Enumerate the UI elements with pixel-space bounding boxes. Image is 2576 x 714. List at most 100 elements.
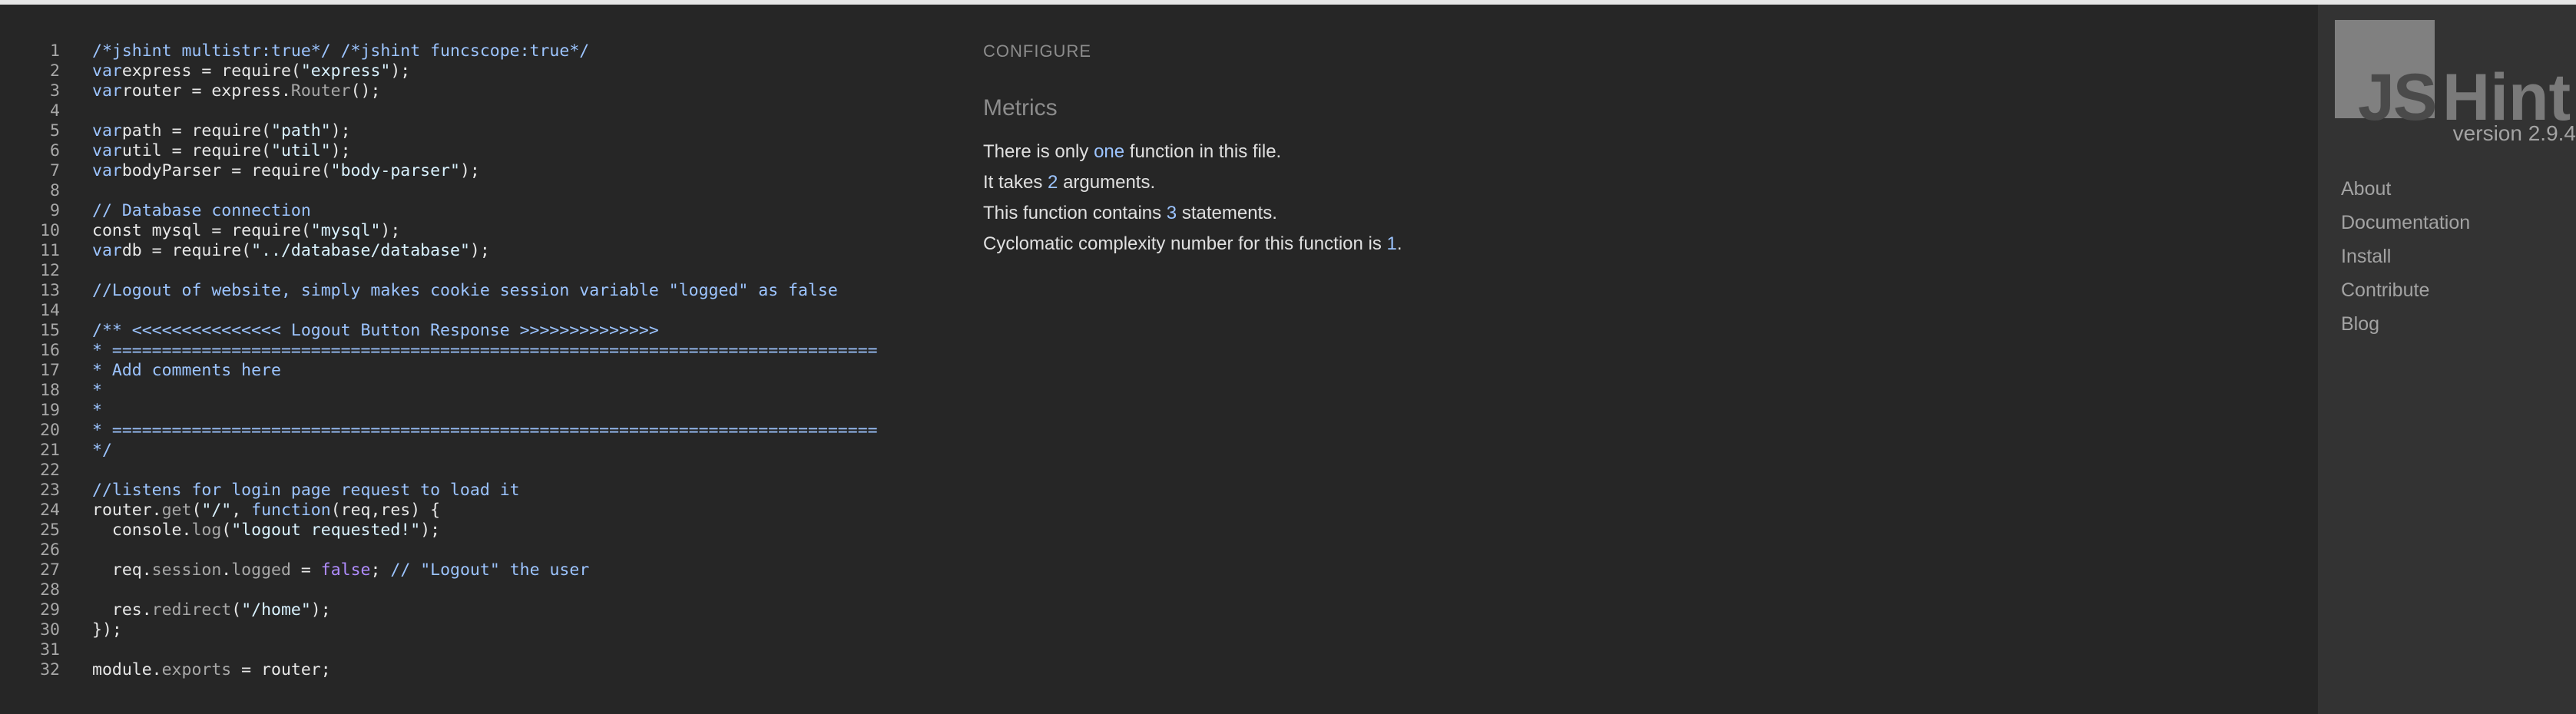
code-token: var [92, 121, 122, 140]
line-number: 24 [40, 501, 60, 520]
line-number: 2 [50, 61, 60, 81]
code-token: "body-parser" [330, 161, 460, 180]
nav-documentation-link[interactable]: Documentation [2341, 206, 2470, 240]
line-text[interactable]: * ======================================… [92, 341, 878, 361]
line-text[interactable]: router.get("/", function(req,res) { [92, 501, 440, 521]
line-text[interactable]: req.session.logged = false; // "Logout" … [92, 560, 589, 580]
line-text[interactable]: const mysql = require("mysql"); [92, 221, 400, 241]
metric-text: function in this file. [1124, 141, 1282, 162]
line-text[interactable]: module.exports = router; [92, 660, 331, 680]
code-token: var [92, 241, 122, 260]
code-token: "path" [271, 121, 331, 140]
code-token: const mysql = require( [92, 221, 311, 240]
line-number: 21 [40, 441, 60, 460]
line-number: 12 [40, 261, 60, 280]
line-number: 4 [50, 101, 60, 121]
line-text[interactable]: //listens for login page request to load… [92, 481, 520, 501]
metric-value: 3 [1166, 203, 1177, 223]
code-token: bodyParser = require( [121, 161, 331, 180]
metric-line: It takes 2 arguments. [983, 167, 1402, 198]
nav-contribute-link[interactable]: Contribute [2341, 273, 2470, 307]
line-text[interactable]: varbodyParser = require("body-parser"); [92, 161, 480, 181]
code-token: "mysql" [310, 221, 381, 240]
line-number: 16 [40, 341, 60, 360]
line-number: 19 [40, 401, 60, 420]
code-token: "/home" [241, 600, 311, 620]
code-token: ; [370, 560, 391, 580]
line-text[interactable]: varutil = require("util"); [92, 141, 351, 161]
line-text[interactable]: */ [92, 441, 112, 461]
metric-text: Cyclomatic complexity number for this fu… [983, 233, 1387, 254]
line-number: 26 [40, 540, 60, 560]
line-text[interactable]: varexpress = require("express"); [92, 61, 420, 81]
code-token: express = require( [121, 61, 301, 81]
line-text[interactable]: varrouter = express.Router(); [92, 81, 380, 101]
line-text[interactable]: * [92, 381, 102, 401]
code-token: Router [290, 81, 351, 101]
code-token: "../database/database" [251, 241, 470, 260]
code-token: req. [92, 560, 152, 580]
code-token: * ======================================… [92, 341, 878, 360]
code-token: * ======================================… [92, 421, 878, 440]
line-text[interactable]: varpath = require("path"); [92, 121, 351, 141]
line-text[interactable]: }); [92, 620, 122, 640]
line-text[interactable]: * ======================================… [92, 421, 878, 441]
nav-install-link[interactable]: Install [2341, 240, 2470, 273]
metrics-list: There is only one function in this file.… [983, 137, 1402, 259]
line-text[interactable]: //Logout of website, simply makes cookie… [92, 281, 838, 301]
code-token: (); [350, 81, 381, 101]
code-token: session [151, 560, 222, 580]
line-text[interactable]: * [92, 401, 102, 421]
line-text[interactable]: // Database connection [92, 201, 311, 221]
code-token: db = require( [121, 241, 252, 260]
metric-text: It takes [983, 172, 1048, 193]
line-text[interactable]: console.log("logout requested!"); [92, 521, 440, 540]
nav-about-link[interactable]: About [2341, 172, 2470, 206]
code-token: false [320, 560, 371, 580]
line-number: 10 [40, 221, 60, 240]
sidebar: JS Hint version 2.9.4 About Documentatio… [2318, 5, 2576, 714]
code-token: }); [92, 620, 122, 640]
metric-text: . [1396, 233, 1402, 254]
code-token: ); [310, 600, 331, 620]
code-token: (req,res) { [330, 501, 441, 520]
code-token: res. [92, 600, 152, 620]
code-token: path = require( [121, 121, 272, 140]
line-number: 6 [50, 141, 60, 160]
metrics-heading: Metrics [983, 95, 1058, 121]
code-token: util = require( [121, 141, 272, 160]
nav-blog-link[interactable]: Blog [2341, 307, 2470, 341]
line-number: 9 [50, 201, 60, 220]
code-token: router. [92, 501, 162, 520]
code-token: console. [92, 521, 192, 540]
line-number: 18 [40, 381, 60, 400]
code-token: /*jshint multistr:true*/ /*jshint funcsc… [92, 41, 590, 61]
report-panel: CONFIGURE Metrics There is only one func… [982, 5, 2287, 714]
code-token: , [231, 501, 252, 520]
code-token: module. [92, 660, 162, 679]
code-token: ); [330, 141, 351, 160]
code-editor[interactable]: 1 /*jshint multistr:true*/ /*jshint funcs… [0, 5, 945, 714]
line-text[interactable]: res.redirect("/home"); [92, 600, 331, 620]
line-number: 15 [40, 321, 60, 340]
line-number: 8 [50, 181, 60, 200]
code-token: ( [231, 600, 242, 620]
code-token: ( [191, 501, 202, 520]
line-number: 22 [40, 461, 60, 480]
line-text[interactable]: vardb = require("../database/database"); [92, 241, 490, 261]
code-token: ); [469, 241, 490, 260]
line-text[interactable]: /*jshint multistr:true*/ /*jshint funcsc… [92, 41, 589, 61]
code-token: redirect [151, 600, 232, 620]
line-number: 25 [40, 521, 60, 540]
metric-value: 1 [1386, 233, 1397, 254]
line-text[interactable]: * Add comments here [92, 361, 281, 381]
code-token: ); [380, 221, 401, 240]
line-number: 31 [40, 640, 60, 659]
line-text[interactable]: /** <<<<<<<<<<<<<<< Logout Button Respon… [92, 321, 659, 341]
configure-link[interactable]: CONFIGURE [983, 41, 1091, 61]
code-token: var [92, 81, 122, 101]
line-number: 29 [40, 600, 60, 620]
jshint-logo[interactable]: JS Hint [2335, 20, 2576, 131]
metric-value: 2 [1048, 172, 1058, 193]
code-token: ); [390, 61, 421, 81]
